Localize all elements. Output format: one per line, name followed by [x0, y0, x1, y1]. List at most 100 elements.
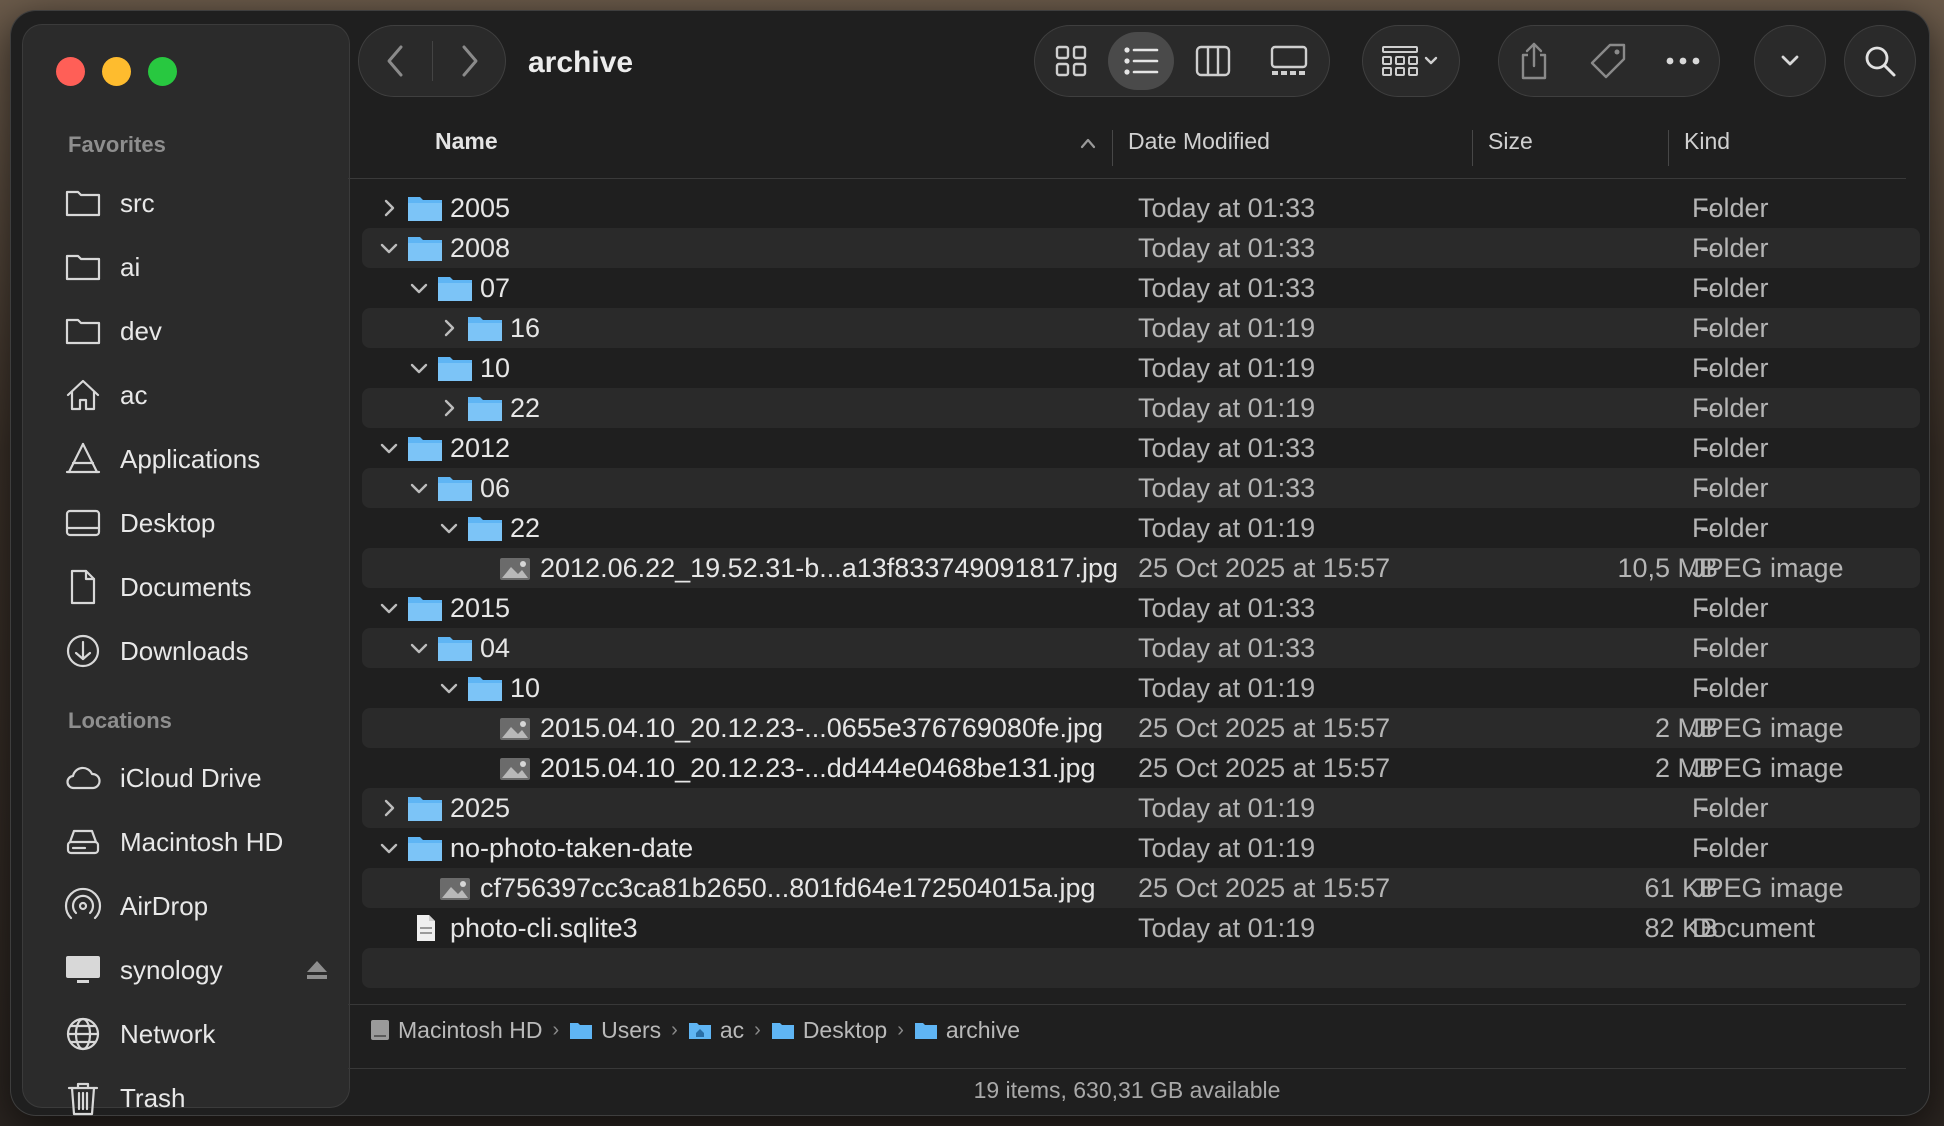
disclosure-chevron-right-icon[interactable]	[377, 196, 401, 220]
disclosure-chevron-down-icon[interactable]	[377, 436, 401, 460]
minimize-window-button[interactable]	[102, 57, 131, 86]
table-row[interactable]: no-photo-taken-date Today at 01:19 -- Folde…	[362, 828, 1920, 868]
view-mode-group	[1034, 25, 1330, 97]
row-kind: JPEG image	[1692, 873, 1844, 903]
table-row[interactable]: 04 Today at 01:33 -- Folder	[362, 628, 1920, 668]
airdrop-icon	[62, 886, 104, 926]
table-row[interactable]: 16 Today at 01:19 -- Folder	[362, 308, 1920, 348]
folder-icon	[467, 314, 503, 342]
table-row[interactable]: 07 Today at 01:33 -- Folder	[362, 268, 1920, 308]
empty-row	[362, 948, 1920, 988]
row-name: 10	[480, 353, 511, 383]
folder-icon	[771, 1023, 794, 1039]
table-row[interactable]: 2012.06.22_19.52.31-b...a13f833749091817…	[362, 548, 1920, 588]
column-header-date[interactable]: Date Modified	[1128, 128, 1270, 155]
back-button[interactable]	[358, 25, 432, 97]
folder-icon	[467, 674, 503, 702]
search-button[interactable]	[1844, 25, 1916, 97]
row-date-modified: Today at 01:33	[1138, 233, 1316, 263]
zoom-window-button[interactable]	[148, 57, 177, 86]
table-row[interactable]: 2005 Today at 01:33 -- Folder	[362, 188, 1920, 228]
sidebar-item-label: Network	[120, 1018, 216, 1049]
table-row[interactable]: cf756397cc3ca81b2650...801fd64e172504015…	[362, 868, 1920, 908]
list-view-button[interactable]	[1108, 32, 1174, 90]
icon-view-button[interactable]	[1034, 25, 1108, 97]
sidebar-item-dev[interactable]: dev	[62, 306, 342, 356]
more-icon[interactable]	[1665, 56, 1701, 66]
disclosure-chevron-down-icon[interactable]	[377, 836, 401, 860]
column-header-name[interactable]: Name	[435, 128, 498, 155]
table-row[interactable]: 22 Today at 01:19 -- Folder	[362, 508, 1920, 548]
table-row[interactable]: 06 Today at 01:33 -- Folder	[362, 468, 1920, 508]
row-name: 10	[510, 673, 541, 703]
monitor-icon	[62, 950, 104, 990]
sidebar-item-documents[interactable]: Documents	[62, 562, 342, 612]
disclosure-chevron-down-icon[interactable]	[377, 596, 401, 620]
table-row[interactable]: 2015.04.10_20.12.23-...dd444e0468be131.j…	[362, 748, 1920, 788]
folder-icon	[407, 234, 443, 262]
table-row[interactable]: 2012 Today at 01:33 -- Folder	[362, 428, 1920, 468]
disclosure-chevron-down-icon[interactable]	[377, 236, 401, 260]
sidebar-item-trash[interactable]: Trash	[62, 1073, 342, 1116]
sidebar-item-applications[interactable]: Applications	[62, 434, 342, 484]
disclosure-chevron-right-icon[interactable]	[377, 796, 401, 820]
sidebar-item-network[interactable]: Network	[62, 1009, 342, 1059]
sidebar-item-label: Macintosh HD	[120, 826, 284, 857]
disclosure-chevron-right-icon[interactable]	[437, 396, 461, 420]
table-row[interactable]: 22 Today at 01:19 -- Folder	[362, 388, 1920, 428]
row-name: 07	[480, 273, 511, 303]
sidebar-item-macintosh-hd[interactable]: Macintosh HD	[62, 817, 342, 867]
sidebar-item-icloud-drive[interactable]: iCloud Drive	[62, 753, 342, 803]
table-row[interactable]: 10 Today at 01:19 -- Folder	[362, 348, 1920, 388]
table-row[interactable]: 2008 Today at 01:33 -- Folder	[362, 228, 1920, 268]
folder-icon	[437, 474, 473, 502]
sidebar-item-synology[interactable]: synology	[62, 945, 342, 995]
table-row[interactable]: 10 Today at 01:19 -- Folder	[362, 668, 1920, 708]
path-segment-desktop[interactable]: Desktop	[771, 1017, 887, 1044]
table-row[interactable]: photo-cli.sqlite3 Today at 01:19 82 KB Docu…	[362, 908, 1920, 948]
row-date-modified: Today at 01:33	[1138, 433, 1316, 463]
gallery-view-button[interactable]	[1252, 25, 1326, 97]
sidebar-item-src[interactable]: src	[62, 178, 342, 228]
column-header-size[interactable]: Size	[1488, 128, 1533, 155]
folder-icon	[407, 794, 443, 822]
sidebar-item-desktop[interactable]: Desktop	[62, 498, 342, 548]
group-by-button[interactable]	[1362, 25, 1460, 97]
row-kind: JPEG image	[1692, 753, 1844, 783]
row-kind: Folder	[1692, 193, 1769, 223]
sidebar-item-downloads[interactable]: Downloads	[62, 626, 342, 676]
column-header-kind[interactable]: Kind	[1684, 128, 1730, 155]
disclosure-chevron-down-icon[interactable]	[407, 636, 431, 660]
close-window-button[interactable]	[56, 57, 85, 86]
path-segment-users[interactable]: Users	[569, 1017, 661, 1044]
share-icon[interactable]	[1517, 41, 1551, 81]
column-view-button[interactable]	[1174, 25, 1252, 97]
search-icon	[1865, 46, 1896, 77]
cloud-icon	[62, 758, 104, 798]
table-row[interactable]: 2015.04.10_20.12.23-...0655e376769080fe.…	[362, 708, 1920, 748]
disclosure-chevron-down-icon[interactable]	[437, 516, 461, 540]
table-row[interactable]: 2025 Today at 01:19 -- Folder	[362, 788, 1920, 828]
sidebar-item-ac[interactable]: ac	[62, 370, 342, 420]
forward-button[interactable]	[433, 25, 506, 97]
disclosure-chevron-down-icon[interactable]	[407, 276, 431, 300]
table-row[interactable]: 2015 Today at 01:33 -- Folder	[362, 588, 1920, 628]
home-folder-icon	[688, 1023, 711, 1039]
disclosure-chevron-down-icon[interactable]	[437, 676, 461, 700]
more-options-dropdown[interactable]	[1754, 25, 1826, 97]
window-title: archive	[528, 46, 634, 79]
path-segment-ac[interactable]: ac	[688, 1017, 744, 1044]
sidebar-item-ai[interactable]: ai	[62, 242, 342, 292]
chevron-left-icon	[387, 45, 403, 77]
eject-icon[interactable]	[304, 957, 330, 983]
row-name: 2015.04.10_20.12.23-...0655e376769080fe.…	[540, 713, 1104, 743]
sidebar-item-airdrop[interactable]: AirDrop	[62, 881, 342, 931]
path-segment-macintosh-hd[interactable]: Macintosh HD	[370, 1017, 542, 1044]
disclosure-chevron-down-icon[interactable]	[407, 476, 431, 500]
tag-icon[interactable]	[1588, 41, 1628, 81]
desktop-icon	[62, 503, 104, 543]
path-segment-archive[interactable]: archive	[914, 1017, 1020, 1044]
disclosure-chevron-right-icon[interactable]	[437, 316, 461, 340]
disclosure-chevron-down-icon[interactable]	[407, 356, 431, 380]
columns-icon	[1195, 45, 1231, 77]
